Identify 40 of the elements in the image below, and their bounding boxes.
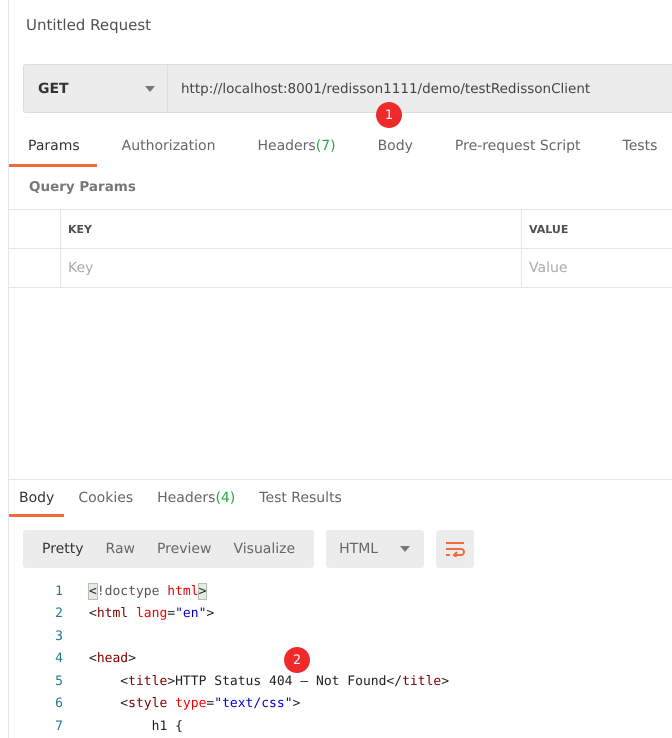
request-tab[interactable]: Tests [604, 130, 672, 167]
wrap-icon [445, 541, 466, 557]
line-number: 4 [54, 651, 63, 666]
view-mode-button[interactable]: Pretty [31, 530, 95, 568]
code-line: h1 { [150, 718, 183, 734]
code-line: <html lang="en"> [89, 606, 214, 622]
view-mode-button[interactable]: Raw [94, 530, 146, 568]
response-tab[interactable]: Cookies [68, 484, 144, 517]
code-line: <head> [89, 651, 136, 666]
wrap-lines-button[interactable] [436, 530, 474, 568]
line-number: 5 [54, 674, 63, 689]
code-line: <title>HTTP Status 404 – Not Found</title> [119, 674, 450, 689]
request-tab[interactable]: Params [9, 130, 97, 167]
request-tab[interactable]: Authorization [102, 130, 232, 167]
line-number: 1 [54, 584, 63, 599]
line-number: 2 [54, 606, 63, 622]
annotation-badge: 2 [284, 647, 310, 673]
column-header: VALUE [528, 222, 570, 238]
request-tab[interactable]: Headers(7) [238, 130, 353, 167]
format-dropdown[interactable]: HTML [326, 530, 424, 568]
url-field[interactable]: http://localhost:8001/redisson1111/demo/testRedissonClient [168, 76, 672, 100]
response-tab[interactable]: Body [9, 484, 64, 517]
code-line: <style type="text/css"> [119, 696, 300, 712]
annotation-badge: 1 [376, 102, 402, 128]
request-title: Untitled Request [25, 15, 152, 36]
caret-icon [145, 86, 155, 92]
view-mode-button[interactable]: Visualize [222, 530, 306, 568]
response-tab[interactable]: Headers(4) [147, 484, 246, 517]
code-line: <!doctype html> [89, 584, 206, 599]
response-tab[interactable]: Test Results [249, 484, 352, 517]
column-header: KEY [61, 210, 522, 248]
request-tab[interactable]: Pre-request Script [436, 130, 598, 167]
caret-icon [400, 546, 410, 552]
line-number: 6 [54, 696, 63, 712]
line-number: 3 [54, 628, 63, 644]
method-dropdown[interactable]: GET [24, 65, 168, 112]
request-tab[interactable]: Body [358, 130, 430, 167]
line-number: 7 [54, 718, 63, 734]
section-title: Query Params [28, 178, 137, 197]
view-mode-button[interactable]: Preview [146, 530, 222, 568]
